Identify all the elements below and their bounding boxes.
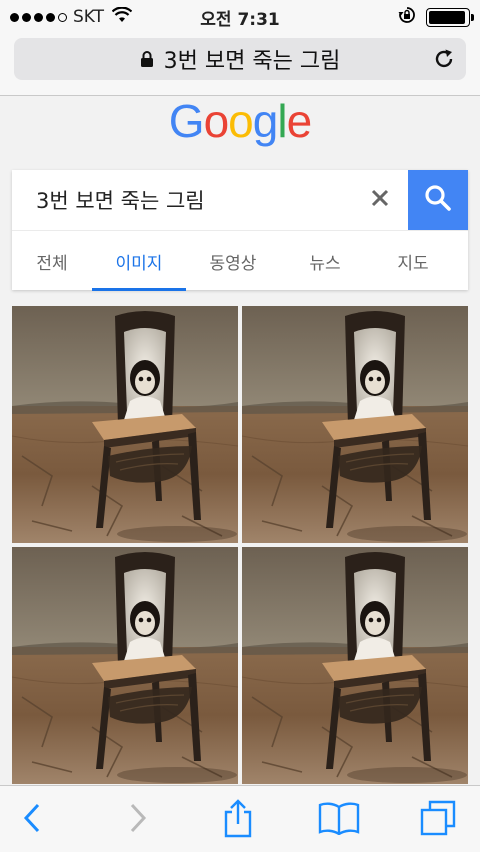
clear-button[interactable] [364, 184, 396, 216]
logo-letter: g [252, 95, 279, 147]
status-bar: SKT 오전 7:31 [0, 0, 480, 34]
browser-header: 3번 보면 죽는 그림 [0, 34, 480, 96]
image-result-thumbnail[interactable] [242, 547, 468, 784]
lock-icon [140, 50, 154, 68]
wifi-icon [111, 6, 133, 28]
share-button[interactable] [218, 798, 258, 842]
bottom-toolbar [0, 785, 480, 852]
bookmarks-button[interactable] [316, 800, 362, 840]
search-row [12, 170, 468, 230]
battery-icon [426, 7, 474, 27]
search-card: 전체 이미지 동영상 뉴스 지도 [12, 170, 468, 291]
logo-letter: l [277, 95, 287, 147]
logo-letter: e [286, 95, 313, 147]
search-button[interactable] [408, 170, 468, 230]
clear-icon [371, 189, 389, 211]
tab-news[interactable]: 뉴스 [280, 231, 370, 291]
carrier-name: SKT [73, 7, 105, 27]
tab-images[interactable]: 이미지 [92, 231, 186, 291]
tabs-button[interactable] [418, 800, 458, 840]
signal-strength-icon [10, 12, 67, 22]
google-logo: Google [0, 94, 480, 148]
address-bar[interactable]: 3번 보면 죽는 그림 [14, 38, 466, 80]
tab-all[interactable]: 전체 [12, 231, 92, 291]
bookmarks-icon [317, 801, 361, 839]
logo-letter: o [203, 95, 230, 147]
clock-time: 오전 7:31 [200, 9, 280, 30]
reload-icon[interactable] [432, 47, 456, 77]
forward-icon [127, 802, 149, 838]
search-input[interactable] [12, 170, 402, 230]
search-tabs: 전체 이미지 동영상 뉴스 지도 [12, 230, 468, 291]
image-result-thumbnail[interactable] [12, 547, 238, 784]
orientation-lock-icon [398, 6, 416, 29]
address-bar-text: 3번 보면 죽는 그림 [163, 49, 341, 74]
forward-button[interactable] [118, 800, 158, 840]
image-result-thumbnail[interactable] [12, 306, 238, 543]
share-icon [221, 798, 255, 842]
tabs-icon [419, 799, 457, 841]
image-result-thumbnail[interactable] [242, 306, 468, 543]
tab-videos[interactable]: 동영상 [186, 231, 280, 291]
logo-letter: G [168, 95, 205, 147]
back-icon [21, 802, 43, 838]
logo-letter: o [228, 95, 254, 147]
back-button[interactable] [12, 800, 52, 840]
tab-maps[interactable]: 지도 [370, 231, 456, 291]
search-icon [424, 184, 452, 216]
